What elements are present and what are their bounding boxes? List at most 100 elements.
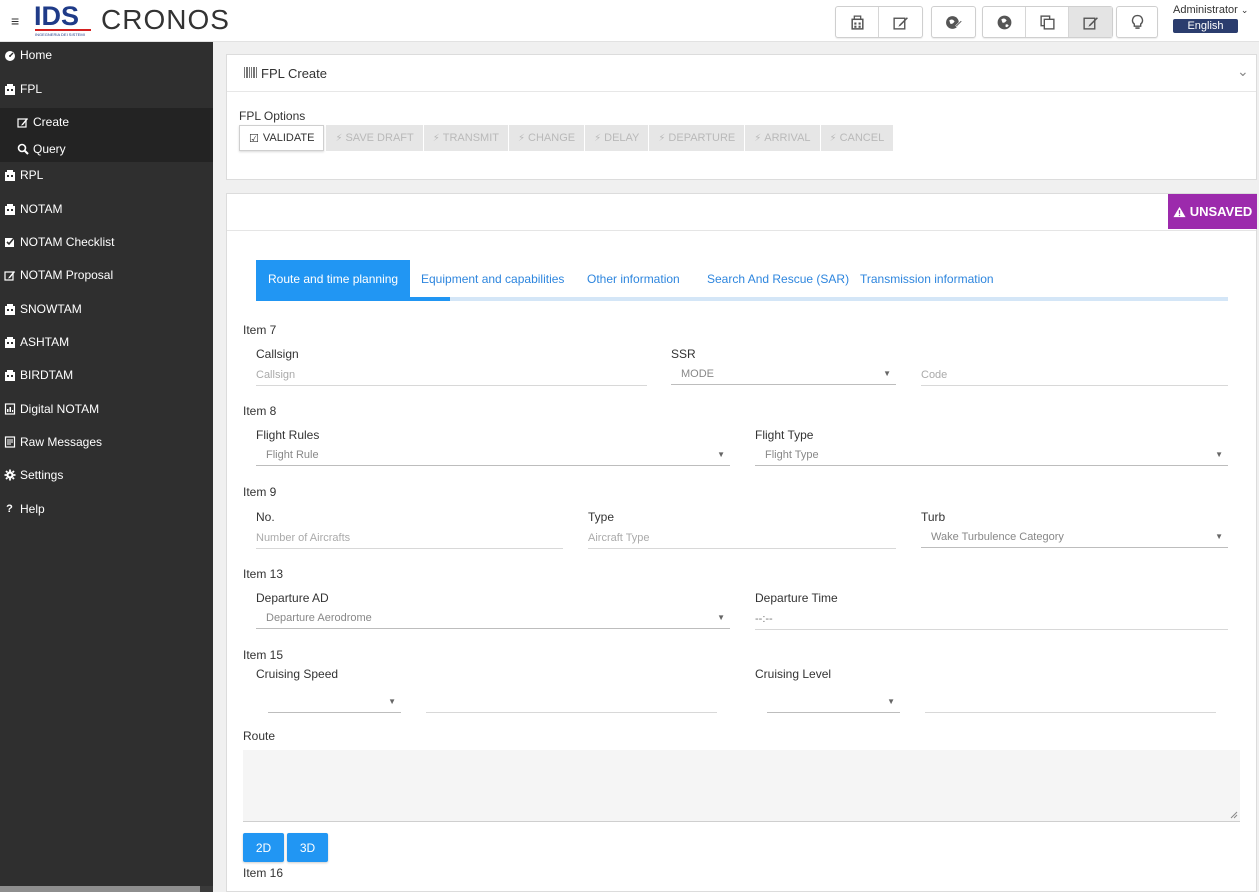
departure-time-label: Departure Time xyxy=(755,591,838,605)
map-3d-button[interactable]: 3D xyxy=(287,833,328,862)
sidebar-item-notam-proposal[interactable]: NOTAM Proposal xyxy=(0,263,213,287)
sidebar-scrollbar[interactable] xyxy=(0,886,213,892)
sidebar-item-label: Query xyxy=(33,142,66,156)
tab-route-and-time-planning[interactable]: Route and time planning xyxy=(256,260,411,297)
sidebar-item-label: NOTAM xyxy=(20,202,63,216)
button-label: DEPARTURE xyxy=(668,132,736,144)
fpl-icon xyxy=(3,83,16,96)
user-menu[interactable]: Administrator ⌄ xyxy=(1173,4,1248,16)
callsign-input[interactable]: Callsign xyxy=(256,364,647,386)
sidebar-item-query[interactable]: Query xyxy=(0,137,213,161)
gear-icon xyxy=(3,469,16,482)
globe-edit-toolbar-button[interactable] xyxy=(932,7,975,37)
change-button[interactable]: ⚡︎ CHANGE xyxy=(509,125,585,151)
copy-icon xyxy=(1039,14,1055,30)
sidebar-item-help[interactable]: ? Help xyxy=(0,497,213,521)
digital-icon xyxy=(3,403,16,416)
number-of-aircrafts-input[interactable]: Number of Aircrafts xyxy=(256,527,563,549)
fpl-icon xyxy=(3,336,16,349)
fpl-icon xyxy=(3,169,16,182)
save-draft-button[interactable]: ⚡︎ SAVE DRAFT xyxy=(326,125,423,151)
resize-grip-icon[interactable] xyxy=(1230,811,1238,819)
sidebar-item-birdtam[interactable]: BIRDTAM xyxy=(0,363,213,387)
toolbar-group-fpl xyxy=(835,6,923,38)
departure-button[interactable]: ⚡︎ DEPARTURE xyxy=(649,125,745,151)
sidebar-item-notam-checklist[interactable]: NOTAM Checklist xyxy=(0,230,213,254)
sidebar-item-label: NOTAM Proposal xyxy=(20,268,114,282)
item7-heading: Item 7 xyxy=(243,323,277,337)
aircraft-type-input[interactable]: Aircraft Type xyxy=(588,527,896,549)
departure-time-input[interactable]: --:-- xyxy=(755,608,1228,630)
sidebar-item-notam[interactable]: NOTAM xyxy=(0,197,213,221)
item13-heading: Item 13 xyxy=(243,567,284,581)
document-icon xyxy=(3,436,16,449)
bolt-icon: ⚡︎ xyxy=(432,132,440,144)
fpl-icon xyxy=(850,14,864,30)
route-label: Route xyxy=(243,729,276,743)
sidebar-item-digital-notam[interactable]: Digital NOTAM xyxy=(0,397,213,421)
fpl-icon xyxy=(3,369,16,382)
tab-search-and-rescue[interactable]: Search And Rescue (SAR) xyxy=(707,260,849,297)
sidebar-item-create[interactable]: Create xyxy=(0,110,213,134)
checklist-icon xyxy=(3,236,16,249)
sidebar-item-ashtam[interactable]: ASHTAM xyxy=(0,330,213,354)
sidebar-item-home[interactable]: Home xyxy=(0,43,213,67)
language-selector[interactable]: English xyxy=(1173,19,1238,33)
sidebar: Home FPL Create Query RPL NOTAM NOTAM Ch… xyxy=(0,42,213,892)
sidebar-item-rpl[interactable]: RPL xyxy=(0,163,213,187)
edit-toolbar-button[interactable] xyxy=(879,7,922,37)
ssr-mode-select[interactable]: MODE ▼ xyxy=(671,363,896,385)
item8-heading: Item 8 xyxy=(243,404,277,418)
bolt-icon: ⚡︎ xyxy=(754,132,762,144)
question-icon: ? xyxy=(6,503,13,515)
sidebar-item-fpl[interactable]: FPL xyxy=(0,77,213,101)
map-2d-button[interactable]: 2D xyxy=(243,833,284,862)
departure-aerodrome-select[interactable]: Departure Aerodrome ▼ xyxy=(256,607,730,629)
route-textarea[interactable] xyxy=(243,750,1240,822)
item16-heading: Item 16 xyxy=(243,866,284,880)
cruising-speed-unit-select[interactable]: ▼ xyxy=(268,691,401,713)
cruising-level-unit-select[interactable]: ▼ xyxy=(767,691,900,713)
sidebar-item-label: BIRDTAM xyxy=(20,368,74,382)
lightbulb-toolbar-button[interactable] xyxy=(1117,7,1157,37)
collapse-chevron-icon[interactable]: ⌄ xyxy=(1237,63,1249,80)
ssr-code-input[interactable]: Code xyxy=(921,364,1228,386)
sidebar-item-settings[interactable]: Settings xyxy=(0,463,213,487)
copy-toolbar-button[interactable] xyxy=(1026,7,1069,37)
cruising-level-input[interactable] xyxy=(925,691,1216,713)
tab-equipment-and-capabilities[interactable]: Equipment and capabilities xyxy=(421,260,564,297)
caret-down-icon: ▼ xyxy=(717,613,725,622)
unsaved-badge: UNSAVED xyxy=(1168,194,1257,229)
tab-other-information[interactable]: Other information xyxy=(587,260,680,297)
cruising-speed-input[interactable] xyxy=(426,691,717,713)
ids-logo: IDS INGEGNERIA DEI SISTEMI xyxy=(34,2,92,38)
cruising-speed-label: Cruising Speed xyxy=(256,667,339,681)
sidebar-item-label: RPL xyxy=(20,168,44,182)
delay-button[interactable]: ⚡︎ DELAY xyxy=(585,125,649,151)
fpl-create-panel: FPL Create ⌄ FPL Options ☑ VALIDATE ⚡︎ SAV… xyxy=(226,54,1257,180)
flight-rules-label: Flight Rules xyxy=(256,428,320,442)
flight-rules-select[interactable]: Flight Rule ▼ xyxy=(256,444,730,466)
brand-short: IDS xyxy=(34,1,80,31)
cancel-button[interactable]: ⚡︎ CANCEL xyxy=(820,125,894,151)
transmit-button[interactable]: ⚡︎ TRANSMIT xyxy=(423,125,508,151)
edit-active-toolbar-button[interactable] xyxy=(1069,7,1112,37)
wake-turbulence-select[interactable]: Wake Turbulence Category ▼ xyxy=(921,526,1228,548)
validate-button[interactable]: ☑ VALIDATE xyxy=(239,125,325,151)
sidebar-item-label: ASHTAM xyxy=(20,335,70,349)
globe-toolbar-button[interactable] xyxy=(983,7,1026,37)
sidebar-item-label: SNOWTAM xyxy=(20,302,82,316)
caret-down-icon: ▼ xyxy=(1215,450,1223,459)
fpl-options-label: FPL Options xyxy=(239,109,306,123)
arrival-button[interactable]: ⚡︎ ARRIVAL xyxy=(745,125,820,151)
sidebar-item-snowtam[interactable]: SNOWTAM xyxy=(0,297,213,321)
menu-icon[interactable]: ≡ xyxy=(11,13,19,29)
departure-ad-label: Departure AD xyxy=(256,591,329,605)
tab-transmission-information[interactable]: Transmission information xyxy=(860,260,994,297)
toolbar-group-hint xyxy=(1116,6,1158,38)
globe-icon xyxy=(997,15,1011,29)
fpl-toolbar-button[interactable] xyxy=(836,7,879,37)
sidebar-item-raw-messages[interactable]: Raw Messages xyxy=(0,430,213,454)
fpl-icon xyxy=(3,303,16,316)
flight-type-select[interactable]: Flight Type ▼ xyxy=(755,444,1228,466)
